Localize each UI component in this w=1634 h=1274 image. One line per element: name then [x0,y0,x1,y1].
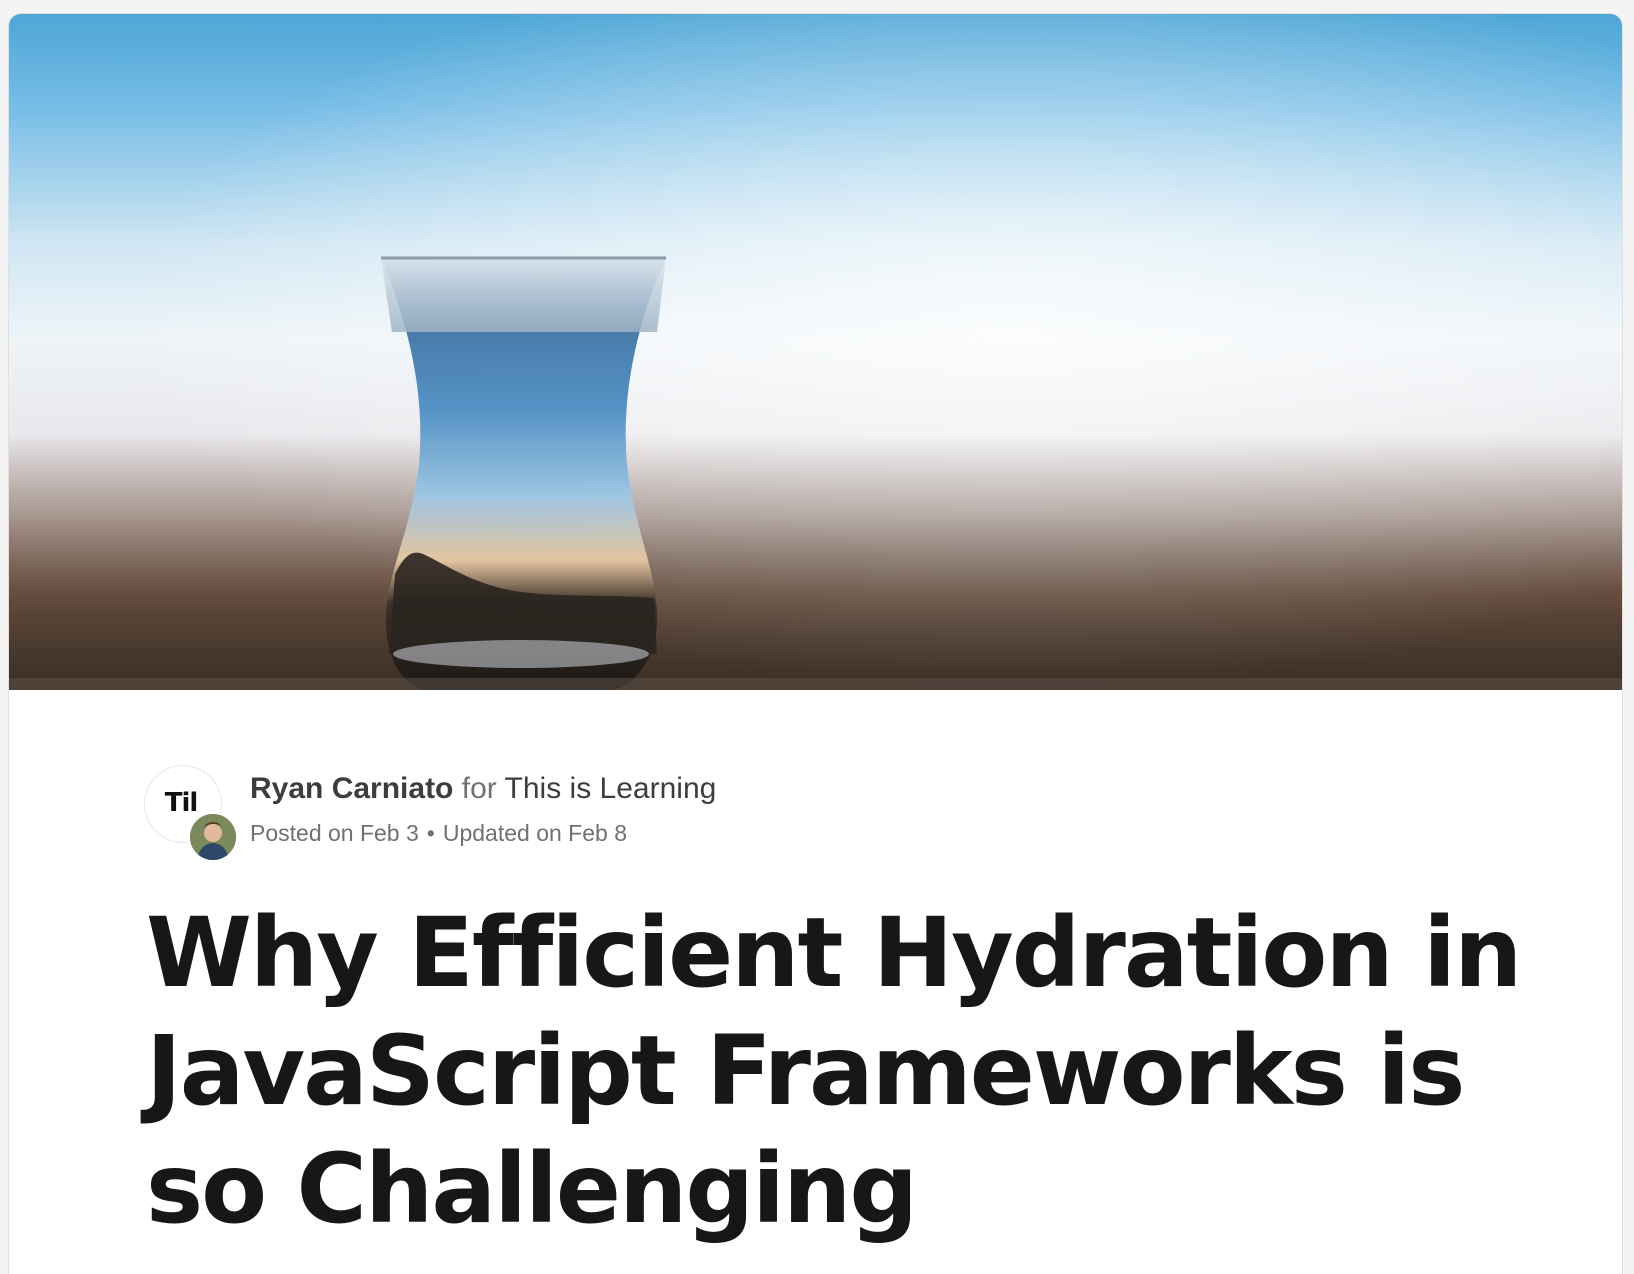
post-dates: Posted on Feb 3 • Updated on Feb 8 [250,820,627,847]
byline: Til Ryan Carniato for This is Learning P… [137,754,1037,862]
org-name-link[interactable]: This is Learning [505,772,717,805]
cover-image [9,14,1622,690]
author-line: Ryan Carniato for This is Learning [250,772,716,806]
updated-date: Updated on Feb 8 [442,820,627,846]
org-avatar-label: Til [164,788,199,818]
author-name-link[interactable]: Ryan Carniato [250,772,453,805]
posted-date: Posted on Feb 3 [250,820,419,846]
article-title: Why Efficient Hydration in JavaScript Fr… [146,897,1522,1245]
cover-photo-glass-with-sky [9,14,1622,690]
author-avatar-icon [190,814,236,860]
author-avatar[interactable] [188,812,238,862]
for-label: for [461,772,497,805]
separator-dot: • [426,820,435,846]
article-card: Til Ryan Carniato for This is Learning P… [9,14,1622,1274]
